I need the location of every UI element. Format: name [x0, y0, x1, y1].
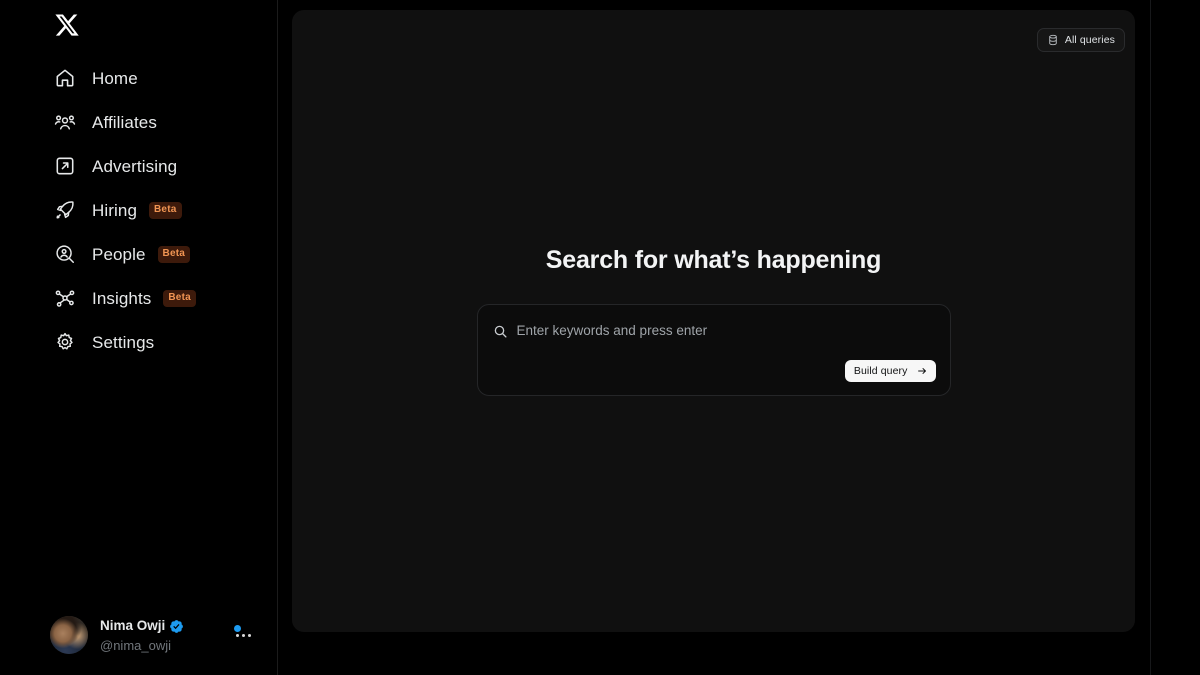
sidebar-item-badge: Beta: [157, 245, 191, 263]
account-handle: @nima_owji: [100, 637, 171, 653]
home-icon: [52, 65, 78, 91]
sidebar-item-badge: Beta: [149, 201, 182, 219]
search-hero: Search for what’s happening Build query: [292, 10, 1135, 632]
sidebar-item-label: Insights: [92, 288, 152, 308]
sidebar-item-hiring[interactable]: Hiring Beta: [0, 188, 278, 232]
account-text: Nima Owji @nima_owji: [100, 619, 184, 652]
more-horizontal-icon[interactable]: [230, 622, 256, 648]
notification-dot: [234, 625, 241, 632]
sidebar-item-advertising[interactable]: Advertising: [0, 144, 278, 188]
rocket-icon: [52, 197, 78, 223]
sidebar-item-settings[interactable]: Settings: [0, 320, 278, 364]
sidebar-item-label: Advertising: [92, 156, 178, 176]
sidebar-item-label: People: [92, 244, 146, 264]
sidebar-item-home[interactable]: Home: [0, 56, 278, 100]
search-card: Build query: [476, 304, 951, 396]
sidebar-item-people[interactable]: People Beta: [0, 232, 278, 276]
build-query-label: Build query: [853, 365, 908, 377]
sidebar-item-badge: Beta: [163, 289, 196, 307]
arrow-right-icon: [917, 366, 927, 376]
sidebar-item-affiliates[interactable]: Affiliates: [0, 100, 278, 144]
main-panel: All queries Search for what’s happening …: [292, 10, 1135, 632]
right-rail-divider: [1150, 0, 1151, 675]
external-link-box-icon: [52, 153, 78, 179]
sidebar-item-insights[interactable]: Insights Beta: [0, 276, 278, 320]
sidebar-item-label: Affiliates: [92, 112, 157, 132]
search-input[interactable]: [516, 321, 935, 341]
avatar: [50, 616, 88, 654]
network-graph-icon: [52, 285, 78, 311]
sidebar-nav: Home Affiliates Advertising Hiring Beta …: [0, 56, 278, 364]
sidebar-item-label: Settings: [92, 332, 155, 352]
sidebar: Home Affiliates Advertising Hiring Beta …: [0, 0, 278, 675]
person-search-icon: [52, 241, 78, 267]
account-display-name: Nima Owji: [100, 618, 166, 634]
app-root: Home Affiliates Advertising Hiring Beta …: [0, 0, 1200, 675]
users-group-icon: [52, 109, 78, 135]
x-logo-icon[interactable]: [52, 10, 82, 40]
search-row: [493, 321, 935, 341]
sidebar-item-label: Hiring: [92, 200, 138, 220]
page-title: Search for what’s happening: [545, 246, 882, 274]
sidebar-item-label: Home: [92, 68, 138, 88]
account-switcher[interactable]: Nima Owji @nima_owji: [0, 613, 278, 657]
verified-badge-icon: [169, 619, 184, 634]
gear-icon: [52, 329, 78, 355]
build-query-button[interactable]: Build query: [844, 360, 936, 382]
search-icon: [493, 324, 508, 339]
